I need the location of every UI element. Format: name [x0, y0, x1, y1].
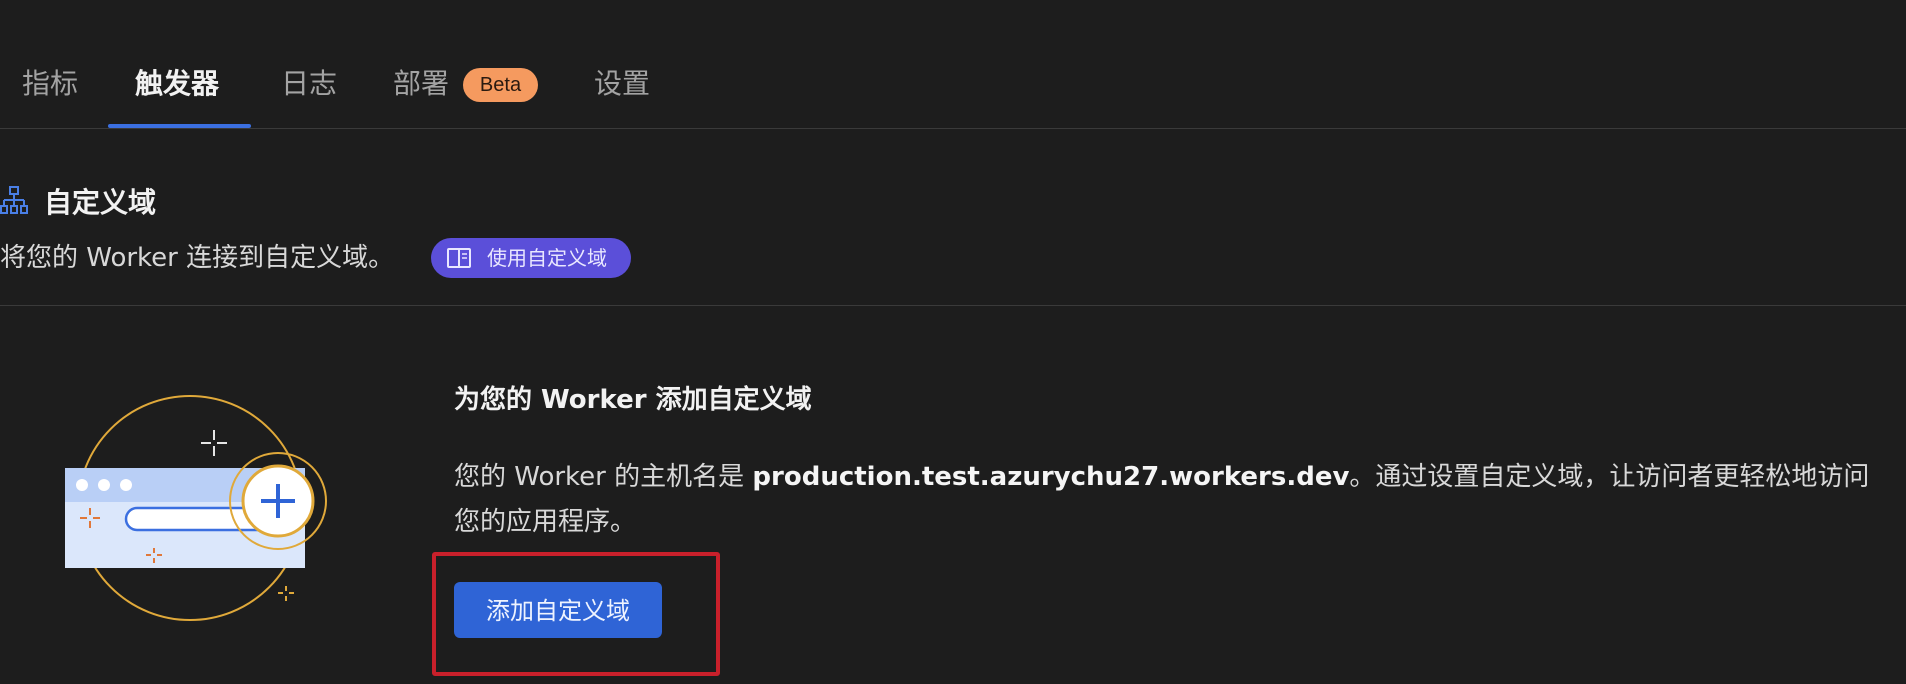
add-custom-domain-button[interactable]: 添加自定义域 [454, 582, 662, 638]
docs-link-label: 使用自定义域 [487, 246, 607, 270]
body-prefix: 您的 Worker 的主机名是 [454, 462, 753, 492]
sitemap-icon [0, 186, 28, 214]
browser-add-domain-illustration [65, 395, 327, 621]
beta-badge: Beta [463, 68, 538, 102]
section-description: 将您的 Worker 连接到自定义域。 [0, 243, 395, 273]
book-icon [447, 248, 471, 268]
tab-bar: 指标 触发器 日志 部署 Beta 设置 [0, 0, 1906, 129]
tab-settings[interactable]: 设置 [594, 64, 650, 104]
divider [0, 305, 1906, 306]
tab-deployments[interactable]: 部署 [393, 64, 449, 104]
tab-metrics[interactable]: 指标 [22, 64, 78, 104]
active-tab-indicator [108, 124, 251, 128]
section-title: 自定义域 [44, 186, 157, 219]
tab-triggers[interactable]: 触发器 [135, 64, 219, 104]
page: 指标 触发器 日志 部署 Beta 设置 自定义域 将您的 Worker 连接到… [0, 0, 1906, 684]
custom-domain-docs-link[interactable]: 使用自定义域 [431, 238, 631, 278]
worker-hostname: production.test.azurychu27.workers.dev [752, 462, 1350, 492]
add-domain-title: 为您的 Worker 添加自定义域 [454, 385, 812, 415]
tab-logs[interactable]: 日志 [281, 64, 337, 104]
add-domain-description: 您的 Worker 的主机名是 production.test.azurychu… [454, 455, 1874, 545]
